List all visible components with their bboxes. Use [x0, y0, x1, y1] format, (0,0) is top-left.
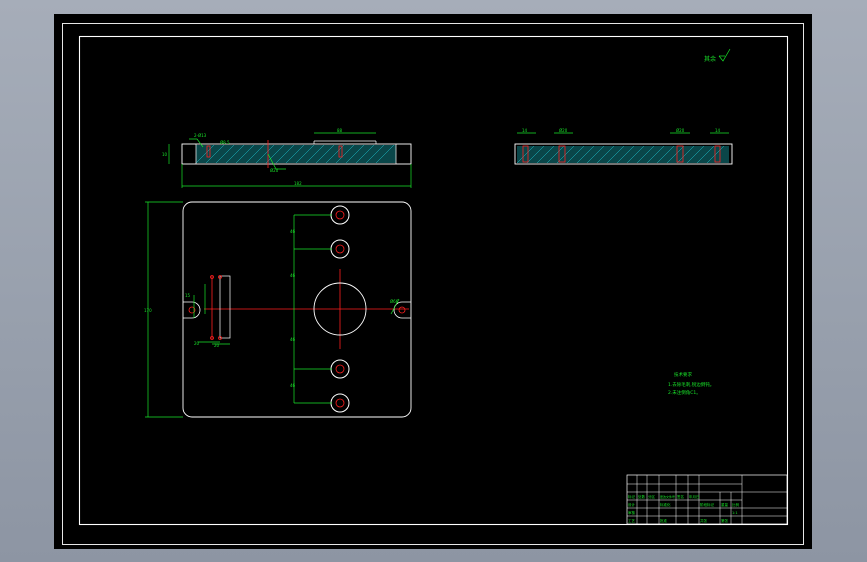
inner-drawing-frame [78, 35, 789, 526]
title-cell: 工艺 [628, 518, 636, 523]
plan-view: 170 46 46 46 46 15 20 20 Ø66 [144, 201, 412, 418]
top-section-view: 182 88 2-Ø13 Ø8.5 Ø20 10 [162, 128, 412, 188]
title-cell: 第张 [721, 518, 729, 523]
plan-dim-bore: Ø66 [390, 299, 399, 304]
cad-drawing: 其余 182 88 2-Ø13 Ø8.5 Ø20 10 14 Ø20 Ø20 1… [62, 23, 804, 545]
title-cell: 审核 [628, 510, 636, 515]
side-view-hatch [517, 146, 729, 163]
tech-req-line: 2.未注倒角C1。 [668, 389, 701, 396]
plan-dim-pitch-2: 46 [290, 273, 296, 278]
plan-dim-slot-offset: 20 [194, 341, 200, 346]
counterbore-hole [330, 359, 350, 379]
plan-dim-slot-left: 15 [185, 293, 191, 298]
title-cell: 阶段标记 [700, 502, 714, 507]
title-cell: 标记 [628, 494, 636, 499]
roughness-symbol: 其余 [704, 48, 731, 63]
plan-dim-slot-width: 20 [214, 343, 220, 348]
top-dim-small-hole: Ø8.5 [220, 140, 230, 145]
title-cell: 批准 [660, 518, 668, 523]
title-cell: 处数 [638, 494, 646, 499]
plan-dim-pitch-4: 46 [290, 383, 296, 388]
top-dim-holes: 2-Ø13 [194, 133, 207, 138]
title-cell: 设计 [628, 502, 636, 507]
tech-req-line: 1.去除毛刺,锐边倒钝。 [668, 381, 714, 388]
tech-req-title: 技术要求 [674, 371, 692, 378]
top-dim-length: 182 [294, 181, 302, 186]
title-block: 标记 处数 分区 更改文件号 签名 年月日 设计 标准化 审核 工艺 批准 阶段… [626, 474, 788, 525]
locating-slot [219, 275, 231, 339]
title-cell: 分区 [648, 494, 656, 499]
title-cell: 共张 [700, 518, 708, 523]
side-dim-left-step: 14 [522, 128, 528, 133]
top-dim-boss: 88 [337, 128, 343, 133]
plan-view-outline [182, 201, 412, 418]
top-dim-center-hole: Ø20 [270, 168, 279, 173]
plan-dim-pitch-1: 46 [290, 229, 296, 234]
side-dim-right-step: 14 [715, 128, 721, 133]
plan-dim-height: 170 [144, 308, 152, 313]
title-cell: 年月日 [689, 494, 700, 499]
counterbore-hole [330, 205, 350, 225]
technical-requirements: 技术要求 1.去除毛刺,锐边倒钝。 2.未注倒角C1。 [668, 371, 714, 396]
u-slot-right [393, 301, 411, 319]
title-cell: 比例 [732, 502, 740, 507]
title-cell: 标准化 [660, 502, 671, 507]
roughness-note-text: 其余 [704, 55, 716, 63]
side-section-view: 14 Ø20 Ø20 14 [514, 128, 733, 165]
top-dim-thickness: 10 [162, 152, 168, 157]
outer-sheet-border [62, 23, 804, 545]
counterbore-hole [330, 239, 350, 259]
title-scale: 1:1 [732, 511, 738, 515]
title-cell: 更改文件号 [660, 494, 675, 499]
counterbore-hole [330, 393, 350, 413]
side-dim-right-hole: Ø20 [676, 128, 685, 133]
top-view-hatch [196, 145, 396, 163]
title-cell: 签名 [677, 494, 684, 499]
cad-drawing-viewport[interactable]: 其余 182 88 2-Ø13 Ø8.5 Ø20 10 14 Ø20 Ø20 1… [54, 14, 812, 549]
plan-dim-pitch-3: 46 [290, 337, 296, 342]
title-cell: 重量 [721, 502, 729, 507]
side-dim-left-hole: Ø20 [559, 128, 568, 133]
u-slot-left [183, 301, 201, 319]
